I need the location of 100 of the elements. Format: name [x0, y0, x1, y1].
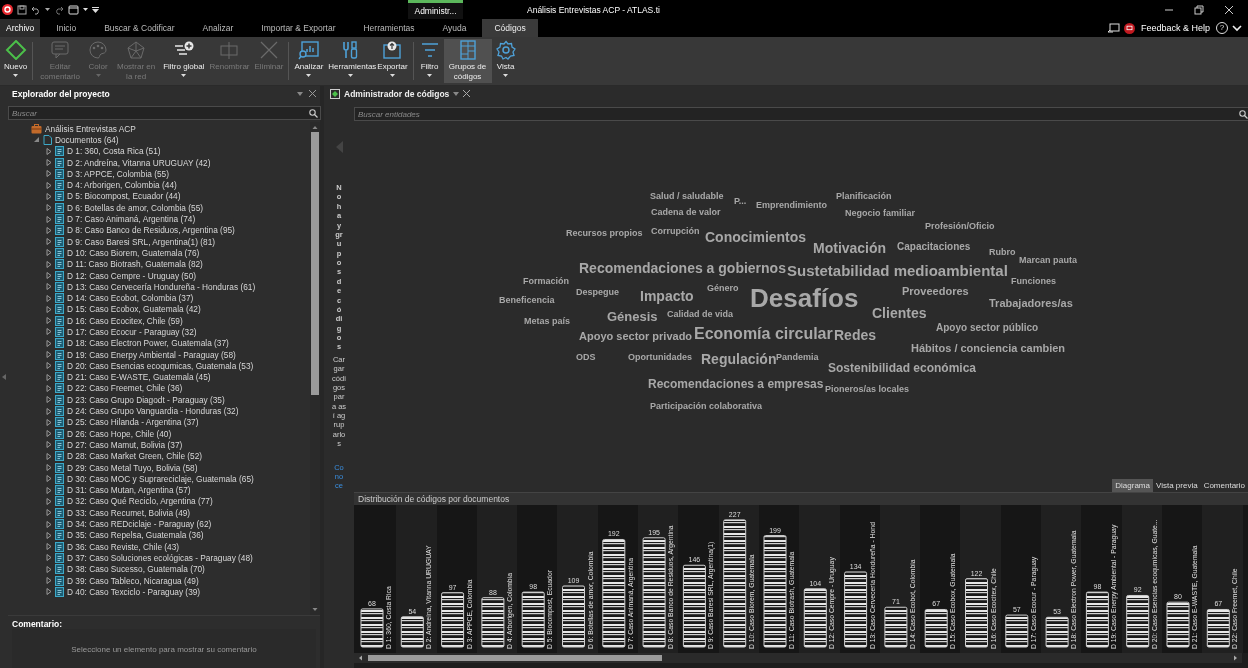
- expand-arrow-icon[interactable]: [46, 588, 52, 596]
- bar[interactable]: [723, 519, 747, 648]
- tree-item[interactable]: D 21: Caso E-WASTE, Guatemala (45): [67, 372, 211, 383]
- chevron-down-icon[interactable]: [1232, 24, 1242, 32]
- search-field[interactable]: Buscar entidades: [354, 107, 1248, 121]
- expand-arrow-icon[interactable]: [46, 170, 52, 178]
- tree-item[interactable]: D 5: Biocompost, Ecuador (44): [67, 191, 181, 202]
- tree-item[interactable]: D 19: Caso Enerpy Ambiental - Paraguay (58): [67, 349, 236, 360]
- expand-arrow-icon[interactable]: [46, 272, 52, 279]
- tree-item[interactable]: D 39: Caso Tableco, Nicaragua (49): [67, 575, 199, 586]
- expand-arrow-icon[interactable]: [46, 305, 52, 313]
- tree-item[interactable]: D 27: Caso Mamut, Bolivia (37): [67, 439, 183, 450]
- code-word[interactable]: Pioneros/as locales: [825, 385, 910, 394]
- expand-arrow-icon[interactable]: [46, 565, 52, 573]
- code-word[interactable]: Regulación: [701, 352, 777, 366]
- tree-item[interactable]: D 29: Caso Metal Tuyo, Bolivia (58): [67, 462, 198, 473]
- code-word[interactable]: Apoyo sector público: [936, 323, 1039, 333]
- expand-arrow-icon[interactable]: [46, 577, 52, 584]
- expand-arrow-icon[interactable]: [46, 441, 52, 449]
- expand-arrow-icon[interactable]: [46, 238, 52, 246]
- expand-arrow-icon[interactable]: [46, 339, 52, 347]
- expand-arrow-icon[interactable]: [46, 452, 52, 460]
- tree-item[interactable]: D 13: Caso Cervecería Hondureña - Honduras (61): [67, 281, 256, 292]
- expand-arrow-icon[interactable]: [46, 215, 52, 223]
- ribbon-button[interactable]: Analizar: [292, 39, 326, 83]
- code-word[interactable]: Metas país: [524, 317, 571, 326]
- expand-arrow-icon[interactable]: [46, 520, 52, 528]
- code-word[interactable]: Sostenibilidad económica: [828, 362, 977, 374]
- ribbon-button[interactable]: Vista: [492, 39, 519, 83]
- tree-item[interactable]: D 18: Caso Electron Power, Guatemala (37): [67, 338, 229, 349]
- tree-item[interactable]: D 38: Caso Sucesso, Guatemala (70): [67, 564, 205, 575]
- tree-item[interactable]: D 7: Caso Animaná, Argentina (74): [67, 214, 196, 224]
- code-word[interactable]: Sustetabilidad medioambiental: [787, 263, 1008, 278]
- tree-item[interactable]: D 22: Caso Freemet, Chile (36): [67, 383, 183, 394]
- code-word[interactable]: Negocio familiar: [845, 209, 916, 218]
- bar[interactable]: [602, 539, 626, 648]
- tree-item[interactable]: D 28: Caso Market Green, Chile (52): [67, 451, 203, 462]
- expand-arrow-icon[interactable]: [46, 509, 52, 517]
- tree-item[interactable]: D 36: Caso Reviste, Chile (43): [67, 541, 180, 552]
- expanded-arrow-icon[interactable]: [34, 136, 40, 144]
- save-icon[interactable]: [17, 4, 27, 15]
- expand-arrow-icon[interactable]: [46, 362, 52, 370]
- code-word[interactable]: Cadena de valor: [651, 208, 721, 217]
- tree-item[interactable]: D 1: 360, Costa Rica (51): [67, 146, 161, 157]
- bar[interactable]: [965, 578, 988, 648]
- code-word[interactable]: Beneficencia: [499, 296, 555, 305]
- expand-arrow-icon[interactable]: [46, 531, 52, 539]
- monitor-icon[interactable]: [1106, 22, 1120, 34]
- code-word[interactable]: Clientes: [872, 306, 927, 320]
- code-word[interactable]: Génesis: [607, 310, 658, 323]
- code-word[interactable]: Rubro: [989, 248, 1016, 257]
- code-word[interactable]: Funciones: [1011, 277, 1056, 286]
- code-word[interactable]: Desafíos: [750, 285, 859, 311]
- window-icon[interactable]: [68, 4, 79, 15]
- expand-arrow-icon[interactable]: [46, 192, 52, 200]
- expand-arrow-icon[interactable]: [46, 418, 52, 426]
- caret-icon[interactable]: [83, 7, 88, 12]
- expand-arrow-icon[interactable]: [46, 328, 52, 336]
- code-word[interactable]: Emprendimiento: [756, 201, 827, 210]
- bar[interactable]: [924, 609, 948, 648]
- expand-arrow-icon[interactable]: [46, 317, 52, 325]
- tree-item[interactable]: Análisis Entrevistas ACP: [45, 123, 136, 134]
- bar[interactable]: [360, 608, 384, 648]
- expand-arrow-icon[interactable]: [46, 407, 52, 415]
- ribbon-tab[interactable]: Inicio: [44, 19, 89, 37]
- code-word[interactable]: Proveedores: [902, 286, 969, 297]
- code-word[interactable]: Impacto: [640, 289, 694, 303]
- ribbon-button[interactable]: Nuevo: [2, 39, 30, 83]
- tree-item[interactable]: D 26: Caso Hope, Chile (40): [67, 428, 172, 439]
- tree-item[interactable]: D 25: Caso Hilanda - Argentina (37): [67, 417, 199, 428]
- expand-arrow-icon[interactable]: [46, 543, 52, 551]
- collapse-arrow-icon[interactable]: [2, 374, 6, 380]
- tree-item[interactable]: D 32: Caso Qué Reciclo, Argentina (77): [67, 496, 213, 507]
- expand-arrow-icon[interactable]: [46, 430, 52, 438]
- tree-item[interactable]: D 2: Andreína, Vitanna URUGUAY (42): [67, 157, 211, 168]
- bar[interactable]: [562, 585, 585, 648]
- bar[interactable]: [1206, 609, 1230, 648]
- tree-item[interactable]: D 12: Caso Cempre - Uruguay (50): [67, 270, 197, 281]
- expand-arrow-icon[interactable]: [46, 204, 52, 212]
- close-icon[interactable]: [1224, 4, 1234, 15]
- tree-item[interactable]: D 3: APPCE, Colombia (55): [67, 168, 169, 179]
- tree-item[interactable]: D 4: Arborigen, Colombia (44): [67, 180, 177, 191]
- ribbon-tab[interactable]: Ayuda: [430, 19, 479, 37]
- expand-arrow-icon[interactable]: [46, 249, 52, 257]
- code-word[interactable]: Pandemia: [776, 353, 819, 362]
- expand-arrow-icon[interactable]: [46, 147, 52, 155]
- bar[interactable]: [481, 597, 505, 648]
- feedback-help-button[interactable]: Feedback & Help: [1138, 23, 1212, 33]
- expand-arrow-icon[interactable]: [46, 475, 52, 483]
- code-word[interactable]: Trabajadores/as: [989, 298, 1073, 309]
- bar[interactable]: [642, 537, 666, 648]
- code-word[interactable]: Economía circular: [694, 326, 833, 342]
- bar[interactable]: [1085, 591, 1109, 648]
- code-word[interactable]: Salud / saludable: [650, 192, 724, 201]
- ribbon-tab[interactable]: Importar & Exportar: [249, 19, 348, 37]
- code-word[interactable]: Recomendaciones a empresas: [648, 378, 824, 390]
- expand-arrow-icon[interactable]: [46, 294, 52, 302]
- ribbon-button[interactable]: Filtro global: [161, 39, 207, 83]
- tree-item[interactable]: D 34: Caso REDciclaje - Paraguay (62): [67, 519, 212, 530]
- code-word[interactable]: Participación colaborativa: [650, 402, 763, 411]
